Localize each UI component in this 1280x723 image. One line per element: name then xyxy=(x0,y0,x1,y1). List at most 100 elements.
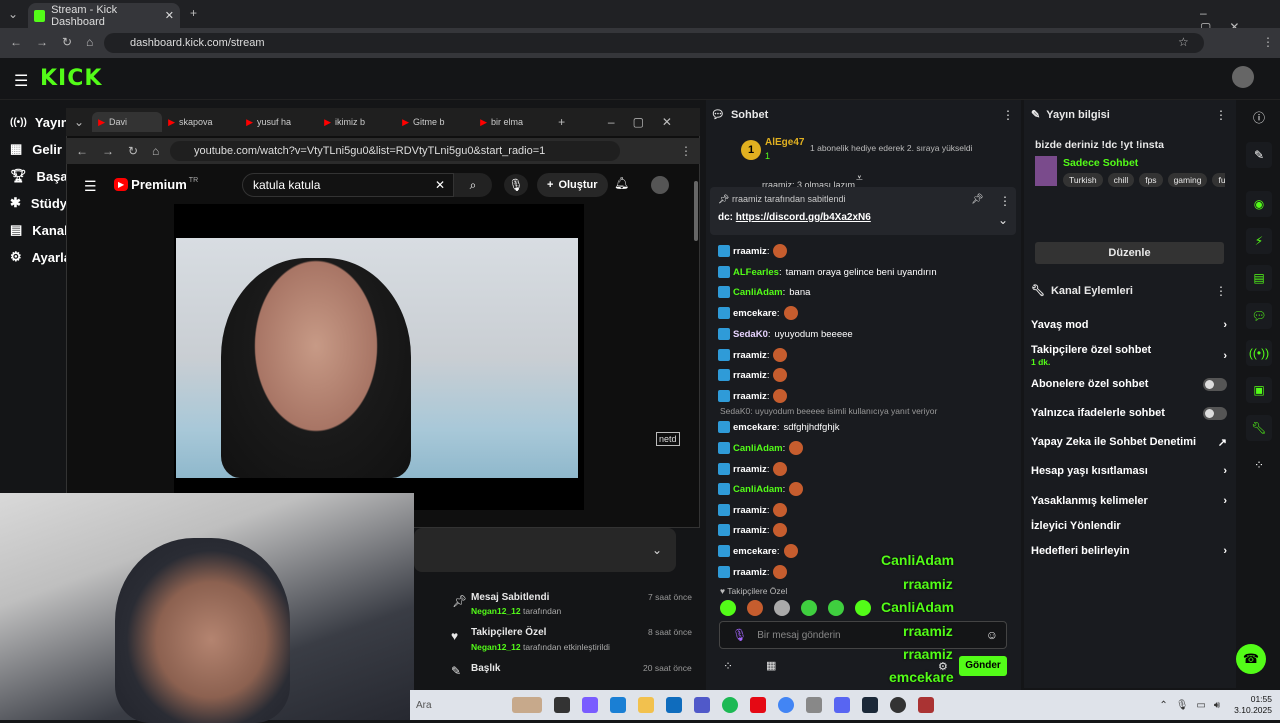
tools-icon[interactable]: ⁘ xyxy=(1246,452,1272,478)
new-tab-icon[interactable]: + xyxy=(190,6,197,20)
emote-icon[interactable] xyxy=(774,600,790,616)
channel-actions-menu-icon[interactable]: ⋮ xyxy=(1215,284,1227,298)
discord-link[interactable]: https://discord.gg/b4Xa2xN6 xyxy=(736,212,871,223)
address-bar[interactable]: dashboard.kick.com/stream xyxy=(104,33,1204,53)
support-icon[interactable]: ☎ xyxy=(1236,644,1266,674)
yt-tab[interactable]: ▶ yusuf ha xyxy=(240,112,318,132)
document-icon[interactable]: ▤ xyxy=(1246,265,1272,291)
emote-only-toggle[interactable] xyxy=(1203,406,1227,420)
yt-tab[interactable]: ▶ bir elma xyxy=(474,112,552,132)
chat-message[interactable]: SedaK0: uyuyodum beeeee xyxy=(718,325,853,343)
camera-icon[interactable]: ◉ xyxy=(1246,191,1272,217)
sidebar-item-kanal[interactable]: ▤ Kanal xyxy=(10,218,68,242)
search-input[interactable]: katula katula ✕ xyxy=(242,173,454,197)
filter-icon[interactable]: ⩡ xyxy=(856,171,863,186)
tab-list-icon[interactable]: ⌄ xyxy=(74,115,84,129)
widget-icon[interactable] xyxy=(512,697,542,713)
edit-button[interactable]: Düzenle xyxy=(1035,242,1224,264)
bookmark-star-icon[interactable]: ☆ xyxy=(1178,35,1189,49)
chat-message[interactable]: CanliAdam: bana xyxy=(718,283,810,301)
chat-username[interactable]: emcekare xyxy=(733,308,777,319)
chat-message[interactable]: rraamiz: xyxy=(718,460,788,478)
chat-username[interactable]: rraamiz xyxy=(733,505,767,516)
action-emote-only[interactable]: Yalnızca ifadelerle sohbet xyxy=(1031,404,1227,422)
clock[interactable]: 01:55 3.10.2025 xyxy=(1234,694,1272,716)
chat-message[interactable]: CanliAdam: xyxy=(718,480,804,498)
collapsed-panel[interactable] xyxy=(414,528,676,572)
kick-logo[interactable]: KICK xyxy=(40,66,102,91)
hamburger-menu-icon[interactable]: ☰ xyxy=(14,71,28,91)
yt-tab[interactable]: ▶ Gitme b xyxy=(396,112,474,132)
chat-message[interactable]: rraamiz: xyxy=(718,387,788,405)
sidebar-item-yayin[interactable]: ((•)) Yayın xyxy=(10,110,69,134)
steam-icon[interactable] xyxy=(862,697,878,713)
chat-username[interactable]: rraamiz xyxy=(733,525,767,536)
nav-buttons[interactable]: ←→↻⌂ xyxy=(76,144,173,158)
chat-message[interactable]: rraamiz: xyxy=(718,242,788,260)
nav-buttons[interactable]: ←→↻⌂ xyxy=(10,35,107,49)
system-tray[interactable]: ⌃🎙︎▭🔊︎ xyxy=(1159,700,1228,711)
file-explorer-icon[interactable] xyxy=(638,697,654,713)
chat-username[interactable]: rraamiz xyxy=(733,350,767,361)
app-icon[interactable] xyxy=(918,697,934,713)
chat-username[interactable]: SedaK0 xyxy=(733,329,768,340)
info-icon[interactable]: ⓘ xyxy=(1246,105,1272,131)
task-view-icon[interactable] xyxy=(554,697,570,713)
browser-tab[interactable]: Stream - Kick Dashboard ✕ xyxy=(28,3,180,28)
browser-menu-icon[interactable]: ⋮ xyxy=(680,144,692,158)
chat-username[interactable]: CanliAdam xyxy=(733,287,783,298)
chat-username[interactable]: CanliAdam xyxy=(733,443,783,454)
action-set-goals[interactable]: Hedefleri belirleyin › xyxy=(1031,542,1227,560)
outlook-icon[interactable] xyxy=(666,697,682,713)
chat-username[interactable]: rraamiz xyxy=(733,370,767,381)
chat-menu-icon[interactable]: ⋮ xyxy=(1002,108,1014,122)
create-button[interactable]: + Oluştur xyxy=(537,173,608,197)
category-name[interactable]: Sadece Sohbet xyxy=(1063,157,1138,169)
chat-input[interactable]: 🎙︎ Bir mesaj gönderin ☺ xyxy=(719,621,1007,649)
chat-icon[interactable]: 💬︎ xyxy=(1246,303,1272,329)
notifications-icon[interactable]: 🔔︎ xyxy=(614,176,629,190)
avatar[interactable] xyxy=(651,176,669,194)
obs-icon[interactable] xyxy=(890,697,906,713)
spotify-icon[interactable] xyxy=(722,697,738,713)
chat-message[interactable]: emcekare: sdfghjhdfghjk xyxy=(718,418,839,436)
menu-icon[interactable]: ☰ xyxy=(84,178,97,195)
chat-message[interactable]: rraamiz: xyxy=(718,563,788,581)
tag[interactable]: fu xyxy=(1212,173,1225,187)
store-icon[interactable]: ▦ xyxy=(766,659,776,672)
address-bar[interactable]: youtube.com/watch?v=VtyTLni5gu0&list=RDV… xyxy=(170,141,620,161)
pinned-menu-icon[interactable]: ⋮ xyxy=(999,194,1011,208)
window-controls[interactable]: –▢✕ xyxy=(608,115,690,129)
browser-menu-icon[interactable]: ⋮ xyxy=(1262,35,1274,49)
chat-username[interactable]: CanliAdam xyxy=(733,484,783,495)
netflix-icon[interactable] xyxy=(750,697,766,713)
avatar[interactable] xyxy=(1232,66,1254,88)
chat-message[interactable]: rraamiz: xyxy=(718,501,788,519)
chat-message[interactable]: rraamiz: xyxy=(718,346,788,364)
chat-message[interactable]: rraamiz: xyxy=(718,521,788,539)
chevron-down-icon[interactable]: ⌄ xyxy=(998,213,1008,227)
emote-icon[interactable] xyxy=(801,600,817,616)
app-icon[interactable] xyxy=(806,697,822,713)
teams-icon[interactable] xyxy=(694,697,710,713)
tab-list-icon[interactable]: ⌄ xyxy=(8,7,18,21)
chat-username[interactable]: emcekare xyxy=(733,546,777,557)
mic-icon[interactable]: 🎙︎ xyxy=(504,174,528,196)
clear-search-icon[interactable]: ✕ xyxy=(435,178,445,192)
unpin-icon[interactable]: 📌︎ xyxy=(971,194,984,205)
sidebar-item-gelir[interactable]: ▦ Gelir xyxy=(10,137,62,161)
search-button[interactable]: ⌕ xyxy=(454,173,492,197)
chat-username[interactable]: rraamiz xyxy=(733,246,767,257)
chat-message[interactable]: emcekare: xyxy=(718,304,798,322)
chat-username[interactable]: ALFearles xyxy=(733,267,779,278)
chat-username[interactable]: rraamiz xyxy=(733,567,767,578)
action-ai-moderation[interactable]: Yapay Zeka ile Sohbet Denetimi ↗ xyxy=(1031,433,1227,451)
tag[interactable]: chill xyxy=(1107,173,1135,187)
youtube-logo[interactable]: ▶ Premium TR xyxy=(114,177,198,192)
send-button[interactable]: Gönder xyxy=(959,656,1007,676)
tag[interactable]: fps xyxy=(1139,173,1163,187)
tag[interactable]: Turkish xyxy=(1063,173,1103,187)
chat-username[interactable]: emcekare xyxy=(733,422,777,433)
stream-info-menu-icon[interactable]: ⋮ xyxy=(1215,108,1227,122)
chat-tools-icon[interactable]: ⁘ xyxy=(723,659,733,673)
